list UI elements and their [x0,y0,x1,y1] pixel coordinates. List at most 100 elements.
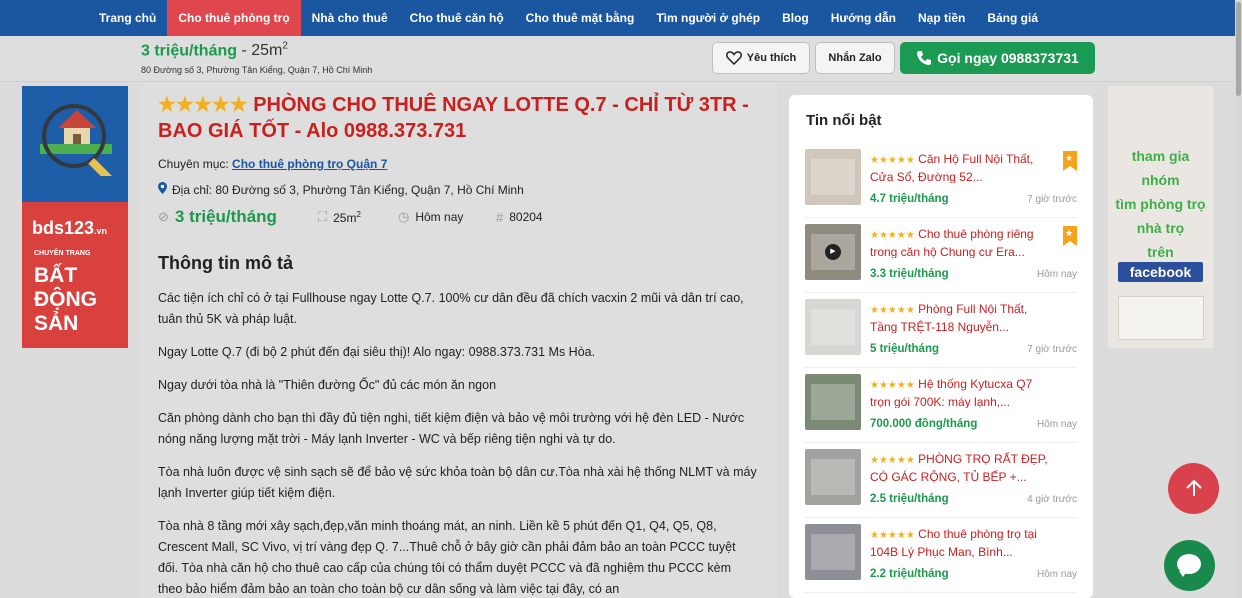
post-category: Chuyên mục: Cho thuê phòng trọ Quận 7 [158,157,387,171]
hash-icon: # [496,209,504,225]
featured-thumbnail[interactable] [805,524,861,580]
map-pin-icon [158,182,167,197]
post-stars: ★★★★★ [158,94,248,116]
nav-item-5[interactable]: Tìm người ở ghép [645,0,771,36]
category-link[interactable]: Cho thuê phòng trọ Quận 7 [232,157,387,171]
banner-right-line: tìm phòng trọ [1115,196,1206,212]
featured-thumbnail[interactable] [805,374,861,430]
featured-title: Tin nổi bật [806,112,882,129]
heart-icon [725,51,742,65]
featured-time: 7 giờ trước [1027,194,1077,205]
featured-stars: ★★★★★ [870,455,915,466]
featured-item[interactable]: ★★★★★ Cho thuê phòng trọ tại 104B Lý Phụ… [805,518,1077,593]
featured-stars: ★★★★★ [870,530,915,541]
featured-thumbnail[interactable]: ▶ [805,224,861,280]
post-time-attr: ◷ Hôm nay [398,209,496,225]
bookmark-icon: ★ [1063,226,1077,246]
featured-item-title[interactable]: ★★★★★ Cho thuê phòng trọ tại 104B Lý Phụ… [870,526,1055,558]
description-paragraph: Các tiện ích chỉ có ở tại Fullhouse ngay… [158,291,744,326]
magnifier-house-icon [40,104,113,176]
nav-item-4[interactable]: Cho thuê mặt bằng [515,0,646,36]
featured-item-title[interactable]: ★★★★★ Phòng Full Nội Thất, Tầng TRỆT-118… [870,301,1055,333]
featured-item-title[interactable]: ★★★★★ Cho thuê phòng riêng trong căn hộ … [870,226,1055,258]
category-label: Chuyên mục: [158,157,233,171]
bed-illustration [1118,296,1204,340]
banner-headline: BẤT ĐỘNG SẢN [34,264,97,335]
nav-item-7[interactable]: Hướng dẫn [820,0,907,36]
banner-right-line: trên [1147,244,1174,260]
banner-brand-name: bds123 [32,218,95,238]
thumbnail-room [811,384,855,420]
nav-item-0[interactable]: Trang chủ [88,0,167,36]
favorite-label: Yêu thích [746,52,797,64]
zalo-label: Nhắn Zalo [828,52,882,64]
featured-stars: ★★★★★ [870,155,915,166]
description-paragraph: Tòa nhà luôn được vệ sinh sạch sẽ để bảo… [158,465,757,500]
nav-item-1[interactable]: Cho thuê phòng trọ [167,0,301,36]
featured-price: 4.7 triệu/tháng [870,193,949,205]
featured-price: 5 triệu/tháng [870,343,940,355]
scrollbar-thumb[interactable] [1236,2,1241,96]
post-price: 3 triệu/tháng [174,207,277,226]
featured-item[interactable]: ★★★★★ Căn Hộ Full Nội Thất, Cửa Sổ, Đườn… [805,143,1077,218]
nav-item-2[interactable]: Nhà cho thuê [301,0,399,36]
description-paragraph: Ngay dưới tòa nhà là "Thiên đường Ốc" đủ… [158,378,497,392]
call-label: Gọi ngay 0988373731 [937,50,1079,66]
featured-thumbnail[interactable] [805,299,861,355]
left-ad-banner[interactable]: bds123.vn CHUYÊN TRANG BẤT ĐỘNG SẢN [22,86,128,348]
featured-item[interactable]: ▶ ★★★★★ Cho thuê phòng riêng trong căn hộ… [805,218,1077,293]
featured-item-title[interactable]: ★★★★★ Căn Hộ Full Nội Thất, Cửa Sổ, Đườn… [870,151,1055,183]
call-button[interactable]: Gọi ngay 0988373731 [900,42,1095,74]
banner-right-line: nhóm [1141,172,1180,188]
banner-right-line: nhà trọ [1136,220,1185,236]
summary-price: 3 triệu/tháng [141,42,238,60]
featured-item-title[interactable]: ★★★★★ PHÒNG TRỌ RẤT ĐẸP, CÓ GÁC RỘNG, TỦ… [870,451,1055,483]
featured-thumbnail[interactable] [805,149,861,205]
featured-item[interactable]: ★★★★★ Hệ thống Kytucxa Q7 trọn gói 700K:… [805,368,1077,443]
thumbnail-room [811,459,855,495]
post-id-attr: #80204 [496,210,543,225]
description-heading: Thông tin mô tả [158,253,293,273]
featured-time: 4 giờ trước [1027,494,1077,505]
post-title: ★★★★★ PHÒNG CHO THUÊ NGAY LOTTE Q.7 - CH… [158,92,758,144]
nav-item-6[interactable]: Blog [771,0,820,36]
featured-stars: ★★★★★ [870,230,915,241]
area-icon: ⛶ [318,209,328,224]
featured-item[interactable]: ★★★★★ PHÒNG TRỌ RẤT ĐẸP, CÓ GÁC RỘNG, TỦ… [805,443,1077,518]
thumbnail-room [811,534,855,570]
zalo-button[interactable]: Nhắn Zalo [815,42,895,74]
banner-right-line: tham gia [1131,148,1190,164]
post-attributes: ⊘ 3 triệu/tháng ⛶ 25m2 ◷ Hôm nay #80204 [158,206,543,228]
featured-item[interactable]: ★★★★★ Phòng Full Nội Thất, Tầng TRỆT-118… [805,293,1077,368]
featured-stars: ★★★★★ [870,380,915,391]
summary-address: 80 Đường số 3, Phường Tân Kiểng, Quận 7,… [141,65,373,75]
post-content: ★★★★★ PHÒNG CHO THUÊ NGAY LOTTE Q.7 - CH… [140,82,778,598]
phone-icon [917,51,932,65]
banner-brand-suffix: .vn [94,226,108,236]
post-address: Địa chỉ: 80 Đường số 3, Phường Tân Kiểng… [158,182,524,197]
chat-button[interactable] [1164,540,1215,591]
summary-area-value: - 25m [237,42,283,60]
thumbnail-room [811,309,855,345]
description-paragraph: Ngay Lotte Q.7 (đi bộ 2 phút đến đại siê… [158,345,596,359]
page-scrollbar[interactable] [1235,0,1242,598]
banner-subtitle: CHUYÊN TRANG [34,250,91,257]
arrow-up-icon [1185,479,1202,496]
post-area-value: 25m [333,210,357,225]
listing-summary-bar: 3 triệu/tháng - 25m2 80 Đường số 3, Phườ… [0,36,1242,82]
nav-item-3[interactable]: Cho thuê căn hộ [399,0,515,36]
featured-stars: ★★★★★ [870,305,915,316]
nav-item-8[interactable]: Nạp tiền [907,0,976,36]
right-ad-banner[interactable]: tham gia nhóm tìm phòng trọ nhà trọ trên fac… [1108,86,1213,348]
nav-item-9[interactable]: Bảng giá [976,0,1049,36]
featured-time: 7 giờ trước [1027,344,1077,355]
featured-item-title[interactable]: ★★★★★ Hệ thống Kytucxa Q7 trọn gói 700K:… [870,376,1055,408]
favorite-button[interactable]: Yêu thích [712,42,810,74]
top-navigation: Trang chủ Cho thuê phòng trọ Nhà cho thuê C… [0,0,1242,36]
description-paragraph: Căn phòng dành cho bạn thì đầy đủ tiện n… [158,411,745,446]
scroll-to-top-button[interactable] [1168,463,1219,514]
featured-price: 3.3 triệu/tháng [870,268,949,280]
featured-thumbnail[interactable] [805,449,861,505]
featured-time: Hôm nay [1036,269,1077,280]
